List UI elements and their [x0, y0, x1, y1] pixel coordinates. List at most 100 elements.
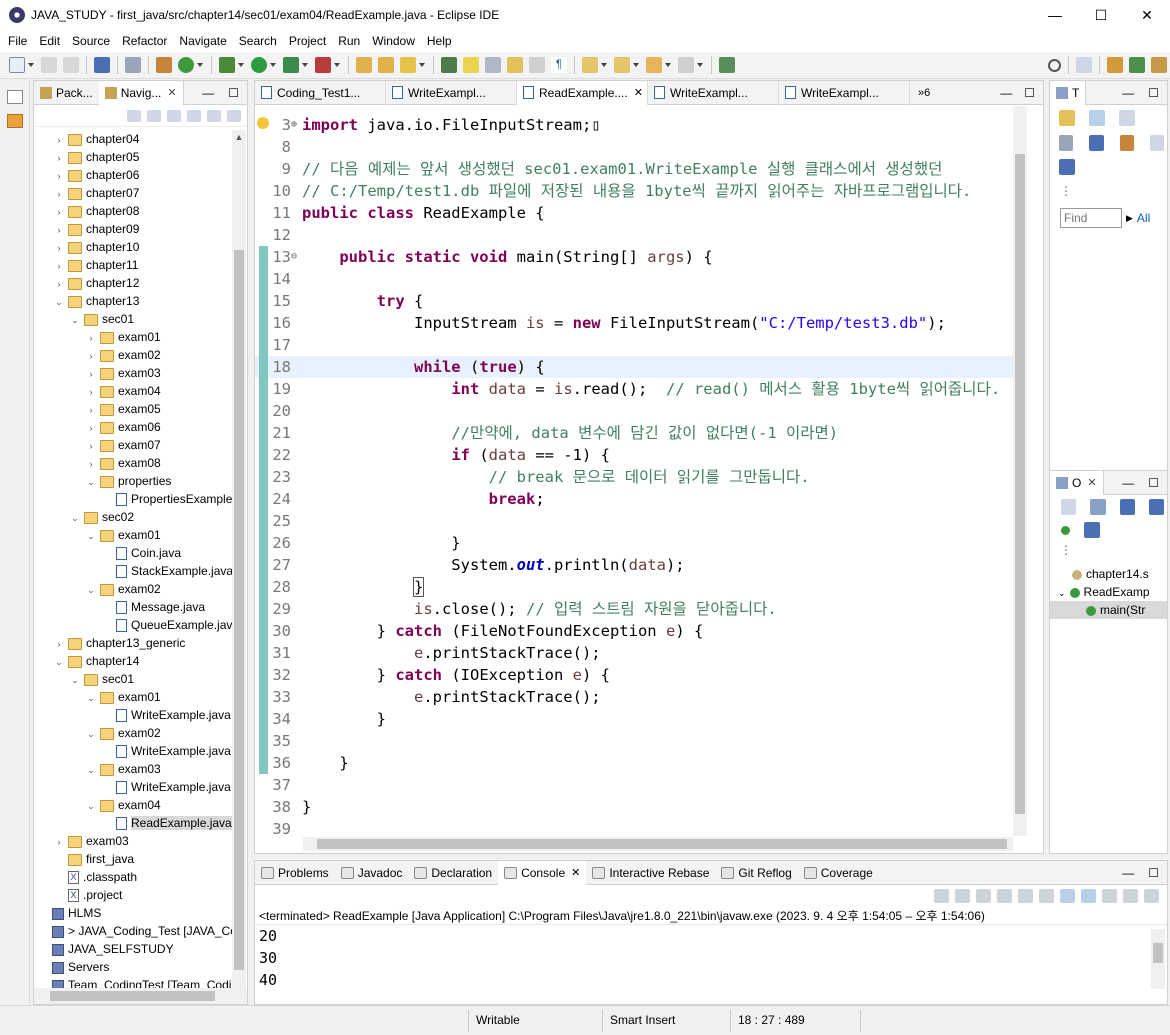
hide-non-public-icon[interactable] [1061, 525, 1070, 535]
code-line[interactable]: 18 while (true) { [255, 356, 1015, 378]
hide-fields-icon[interactable] [1119, 499, 1135, 515]
tab-console[interactable]: Console ✕ [498, 860, 587, 885]
tree-item[interactable]: ⌄ properties [34, 472, 232, 490]
collapse-all-icon[interactable] [1149, 135, 1164, 151]
new-package-icon[interactable] [356, 57, 372, 73]
code-line[interactable]: 27 System.out.println(data); [255, 554, 1015, 576]
hide-completed-icon[interactable] [1089, 135, 1104, 151]
menu-run[interactable]: Run [332, 34, 366, 48]
code-line[interactable]: 22 if (data == -1) { [255, 444, 1015, 466]
minimize-view-icon[interactable]: — [202, 86, 214, 100]
code-line[interactable]: 16 InputStream is = new FileInputStream(… [255, 312, 1015, 334]
open-console-icon[interactable] [1144, 889, 1159, 903]
minimize-view-icon[interactable]: — [1122, 86, 1134, 100]
tree-twisty[interactable]: ⌄ [86, 725, 96, 743]
filter-icon[interactable] [1059, 135, 1074, 151]
tree-item[interactable]: ⌄ exam04 [34, 796, 232, 814]
tree-twisty[interactable]: › [54, 149, 64, 167]
tree-item[interactable]: › exam05 [34, 400, 232, 418]
maximize-view-icon[interactable]: ☐ [1148, 476, 1159, 490]
editor-tab[interactable]: WriteExampl... [779, 80, 910, 105]
code-line[interactable]: 37 [255, 774, 1015, 796]
tree-twisty[interactable]: › [86, 365, 96, 383]
tree-twisty[interactable]: › [54, 635, 64, 653]
tree-twisty[interactable]: ⌄ [86, 581, 96, 599]
tree-item[interactable]: ⌄ exam03 [34, 760, 232, 778]
code-line[interactable]: 32 } catch (IOException e) { [255, 664, 1015, 686]
tree-item[interactable]: PropertiesExample. [34, 490, 232, 508]
editor-tab-overflow[interactable]: »6 [910, 87, 938, 99]
tree-item[interactable]: › chapter04 [34, 130, 232, 148]
view-menu-icon[interactable]: ⋮ [1050, 541, 1167, 559]
tree-item[interactable]: X .classpath [34, 868, 232, 886]
tree-twisty[interactable]: ⌄ [70, 671, 80, 689]
tree-twisty[interactable]: › [86, 419, 96, 437]
code-line[interactable]: 3 ⊕ import java.io.FileInputStream;▯ [255, 114, 1015, 136]
skip-breakpoints-icon[interactable] [125, 57, 141, 73]
code-line[interactable]: 26 } [255, 532, 1015, 554]
code-line[interactable]: 31 e.printStackTrace(); [255, 642, 1015, 664]
synchronize-icon[interactable] [1059, 159, 1075, 175]
tree-twisty[interactable]: › [86, 401, 96, 419]
tree-twisty[interactable]: › [86, 437, 96, 455]
tree-item[interactable]: ⌄ chapter13 [34, 292, 232, 310]
tree-item[interactable]: ReadExample.java [34, 814, 232, 832]
whitespace-icon[interactable]: ¶ [551, 57, 567, 73]
view-menu-icon[interactable] [227, 109, 241, 122]
show-on-stdout-icon[interactable] [1060, 889, 1075, 903]
code-line[interactable]: 25 [255, 510, 1015, 532]
tree-twisty[interactable]: › [86, 455, 96, 473]
tree-item[interactable]: › chapter08 [34, 202, 232, 220]
close-icon[interactable]: ✕ [634, 86, 643, 99]
code-line[interactable]: 11 public class ReadExample { [255, 202, 1015, 224]
all-tasks-link[interactable]: All [1137, 211, 1150, 225]
block-selection-icon[interactable] [529, 57, 545, 73]
code-line[interactable]: 19 int data = is.read(); // read() 메서스 활… [255, 378, 1015, 400]
scrollbar-thumb[interactable] [317, 839, 1007, 849]
debug-perspective-icon[interactable] [1129, 57, 1145, 73]
explorer-horizontal-scrollbar[interactable] [34, 988, 247, 1004]
code-line[interactable]: 24 break; [255, 488, 1015, 510]
tree-twisty[interactable]: ⌄ [86, 473, 96, 491]
new-icon[interactable] [9, 57, 25, 73]
tree-item[interactable]: ⌄ sec01 [34, 310, 232, 328]
tree-twisty[interactable]: ⌄ [86, 689, 96, 707]
tree-item[interactable]: Coin.java [34, 544, 232, 562]
editor-vertical-scrollbar[interactable] [1013, 106, 1027, 836]
save-icon[interactable] [41, 57, 57, 73]
tree-twisty[interactable]: › [54, 833, 64, 851]
tree-twisty[interactable]: › [54, 167, 64, 185]
open-task-icon[interactable] [400, 57, 416, 73]
display-console-icon[interactable] [1123, 889, 1138, 903]
tree-twisty[interactable]: › [54, 257, 64, 275]
tree-twisty[interactable]: ⌄ [86, 527, 96, 545]
tree-item[interactable]: WriteExample.java [34, 778, 232, 796]
tree-item[interactable]: › exam02 [34, 346, 232, 364]
scrollbar-thumb[interactable] [50, 991, 215, 1001]
tree-item[interactable]: › chapter05 [34, 148, 232, 166]
tree-item[interactable]: WriteExample.java [34, 706, 232, 724]
code-line[interactable]: 28 } [255, 576, 1015, 598]
menu-search[interactable]: Search [233, 34, 283, 48]
fold-icon[interactable]: ⊖ [291, 246, 297, 268]
search-icon[interactable] [441, 57, 457, 73]
tree-item[interactable]: › chapter12 [34, 274, 232, 292]
code-line[interactable]: 8 [255, 136, 1015, 158]
java-ee-perspective-icon[interactable] [1107, 57, 1123, 73]
tree-twisty[interactable]: › [86, 329, 96, 347]
warning-icon[interactable] [257, 117, 269, 129]
fold-icon[interactable]: ⊕ [291, 114, 297, 136]
pin-console-icon[interactable] [1102, 889, 1117, 903]
tree-item[interactable]: Team_CodingTest [Team_CodingT [34, 976, 232, 988]
minimize-view-icon[interactable]: — [1122, 866, 1134, 880]
code-line[interactable]: 15 try { [255, 290, 1015, 312]
refresh-icon[interactable] [178, 57, 194, 73]
tree-twisty[interactable]: ⌄ [1058, 588, 1066, 598]
code-line[interactable]: 9 // 다음 예제는 앞서 생성했던 sec01.exam01.WriteExa… [255, 158, 1015, 180]
code-line[interactable]: 20 [255, 400, 1015, 422]
terminal-icon[interactable] [94, 57, 110, 73]
menu-edit[interactable]: Edit [33, 34, 66, 48]
tree-twisty[interactable]: › [54, 131, 64, 149]
code-line[interactable]: 17 [255, 334, 1015, 356]
maximize-button[interactable]: ☐ [1078, 0, 1124, 30]
